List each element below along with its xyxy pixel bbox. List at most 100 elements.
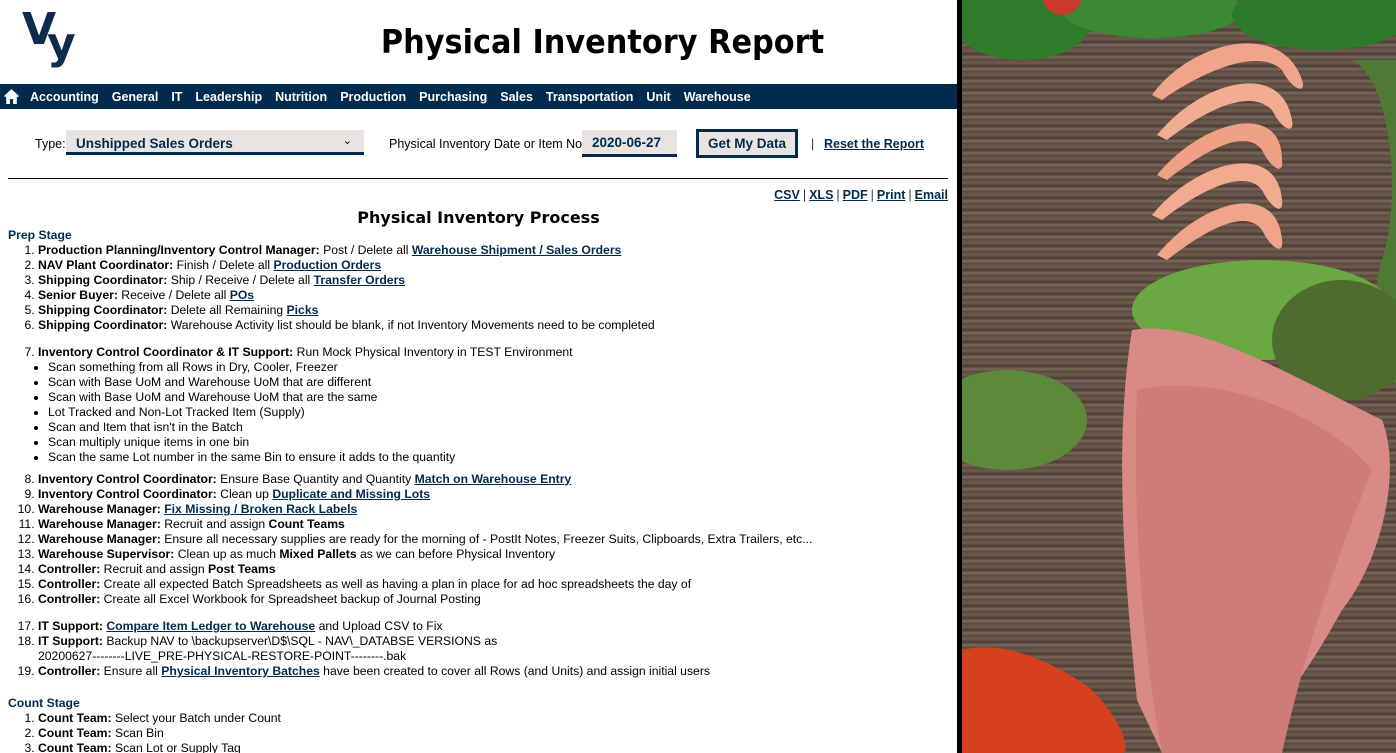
step-text: Ship / Receive / Delete all (167, 273, 314, 287)
email-link[interactable]: Email (915, 188, 948, 202)
nav-item-nutrition[interactable]: Nutrition (275, 90, 327, 104)
emphasis: Mixed Pallets (279, 547, 357, 561)
company-logo[interactable]: V y (22, 8, 82, 72)
list-item: Warehouse Manager: Fix Missing / Broken … (38, 502, 948, 517)
step-text: Warehouse Activity list should be blank,… (167, 318, 655, 332)
role-label: Controller: (38, 664, 101, 678)
type-select[interactable]: Unshipped Sales Orders ⌄ (66, 130, 364, 155)
nav-item-it[interactable]: IT (171, 90, 182, 104)
nav-item-warehouse[interactable]: Warehouse (684, 90, 751, 104)
nav-item-purchasing[interactable]: Purchasing (419, 90, 487, 104)
step-text: Clean up (216, 487, 273, 501)
prep-steps-list-d: IT Support: Compare Item Ledger to Wareh… (8, 619, 948, 679)
nav-item-sales[interactable]: Sales (500, 90, 533, 104)
step-text: Scan Bin (111, 726, 164, 740)
list-item: Lot Tracked and Non-Lot Tracked Item (Su… (48, 405, 948, 420)
fix-rack-labels-link[interactable]: Fix Missing / Broken Rack Labels (164, 502, 357, 516)
process-content: Prep Stage Production Planning/Inventory… (8, 228, 948, 753)
warehouse-shipment-link[interactable]: Warehouse Shipment / Sales Orders (412, 243, 622, 257)
prep-steps-list-b: Inventory Control Coordinator & IT Suppo… (8, 345, 948, 360)
type-label: Type: (35, 137, 66, 151)
list-item: Scan something from all Rows in Dry, Coo… (48, 360, 948, 375)
role-label: IT Support: (38, 634, 103, 648)
mock-inventory-checklist: Scan something from all Rows in Dry, Coo… (8, 360, 948, 465)
count-stage-heading: Count Stage (8, 696, 80, 710)
role-label: Warehouse Supervisor: (38, 547, 175, 561)
step-text: Run Mock Physical Inventory in TEST Envi… (293, 345, 573, 359)
list-item: Count Team: Select your Batch under Coun… (38, 711, 948, 726)
physical-inventory-batches-link[interactable]: Physical Inventory Batches (161, 664, 320, 678)
list-item: Count Team: Scan Bin (38, 726, 948, 741)
shrimp (1157, 203, 1283, 260)
nav-item-production[interactable]: Production (340, 90, 406, 104)
emphasis: Count Teams (268, 517, 345, 531)
separator: | (802, 188, 807, 202)
step-text: Ensure all (100, 664, 162, 678)
date-or-item-input[interactable] (582, 130, 677, 157)
list-item: Inventory Control Coordinator: Ensure Ba… (38, 472, 948, 487)
role-label: Shipping Coordinator: (38, 273, 168, 287)
food-photo (962, 0, 1396, 753)
role-label: Shipping Coordinator: (38, 318, 168, 332)
step-text: Backup NAV to \backupserver\D$\SQL - NAV… (38, 634, 498, 663)
picks-link[interactable]: Picks (287, 303, 319, 317)
list-item: IT Support: Backup NAV to \backupserver\… (38, 634, 528, 664)
step-text: Select your Batch under Count (111, 711, 281, 725)
emphasis: Post Teams (208, 562, 276, 576)
production-orders-link[interactable]: Production Orders (273, 258, 381, 272)
role-label: Controller: (38, 577, 101, 591)
list-item: Senior Buyer: Receive / Delete all POs (38, 288, 948, 303)
nav-item-transportation[interactable]: Transportation (546, 90, 634, 104)
nav-item-general[interactable]: General (112, 90, 159, 104)
role-label: Shipping Coordinator: (38, 303, 168, 317)
transfer-orders-link[interactable]: Transfer Orders (314, 273, 405, 287)
divider-line (8, 178, 948, 179)
role-label: Warehouse Manager: (38, 532, 161, 546)
role-label: Inventory Control Coordinator & IT Suppo… (38, 345, 294, 359)
role-label: Controller: (38, 592, 101, 606)
reset-report-link[interactable]: Reset the Report (824, 137, 924, 151)
lettuce (962, 370, 1087, 470)
export-csv-link[interactable]: CSV (774, 188, 800, 202)
nav-item-leadership[interactable]: Leadership (195, 90, 262, 104)
home-icon[interactable] (3, 88, 20, 105)
step-text: Post / Delete all (319, 243, 412, 257)
list-item: Inventory Control Coordinator: Clean up … (38, 487, 948, 502)
list-item: Warehouse Supervisor: Clean up as much M… (38, 547, 948, 562)
export-pdf-link[interactable]: PDF (843, 188, 868, 202)
role-label: Senior Buyer: (38, 288, 118, 302)
list-item: Scan multiply unique items in one bin (48, 435, 948, 450)
process-title: Physical Inventory Process (357, 208, 600, 227)
step-text: Receive / Delete all (117, 288, 230, 302)
crayfish (962, 647, 1126, 753)
pos-link[interactable]: POs (230, 288, 254, 302)
separator: | (836, 188, 840, 202)
list-item: Controller: Create all Excel Workbook fo… (38, 592, 948, 607)
print-link[interactable]: Print (877, 188, 905, 202)
export-xls-link[interactable]: XLS (809, 188, 833, 202)
step-text: Delete all Remaining (167, 303, 287, 317)
step-text: Recruit and assign (100, 562, 209, 576)
list-item: Shipping Coordinator: Warehouse Activity… (38, 318, 948, 333)
parsley-leaves (1062, 0, 1242, 38)
type-select-value: Unshipped Sales Orders (76, 136, 233, 151)
duplicate-missing-lots-link[interactable]: Duplicate and Missing Lots (272, 487, 430, 501)
step-text: Scan Lot or Supply Tag (111, 741, 241, 753)
step-text: have been created to cover all Rows (and… (319, 664, 710, 678)
step-text: Ensure Base Quantity and Quantity (216, 472, 415, 486)
match-warehouse-entry-link[interactable]: Match on Warehouse Entry (415, 472, 572, 486)
role-label: Inventory Control Coordinator: (38, 487, 217, 501)
page-title: Physical Inventory Report (380, 22, 825, 61)
nav-item-unit[interactable]: Unit (646, 90, 670, 104)
role-label: NAV Plant Coordinator: (38, 258, 174, 272)
get-my-data-button[interactable]: Get My Data (696, 129, 798, 158)
role-label: Count Team: (38, 711, 112, 725)
step-text: Create all Excel Workbook for Spreadshee… (100, 592, 481, 606)
nav-item-accounting[interactable]: Accounting (30, 90, 99, 104)
prep-steps-list-a: Production Planning/Inventory Control Ma… (8, 243, 948, 333)
compare-item-ledger-link[interactable]: Compare Item Ledger to Warehouse (106, 619, 315, 633)
role-label: Count Team: (38, 741, 112, 753)
list-item: Production Planning/Inventory Control Ma… (38, 243, 948, 258)
